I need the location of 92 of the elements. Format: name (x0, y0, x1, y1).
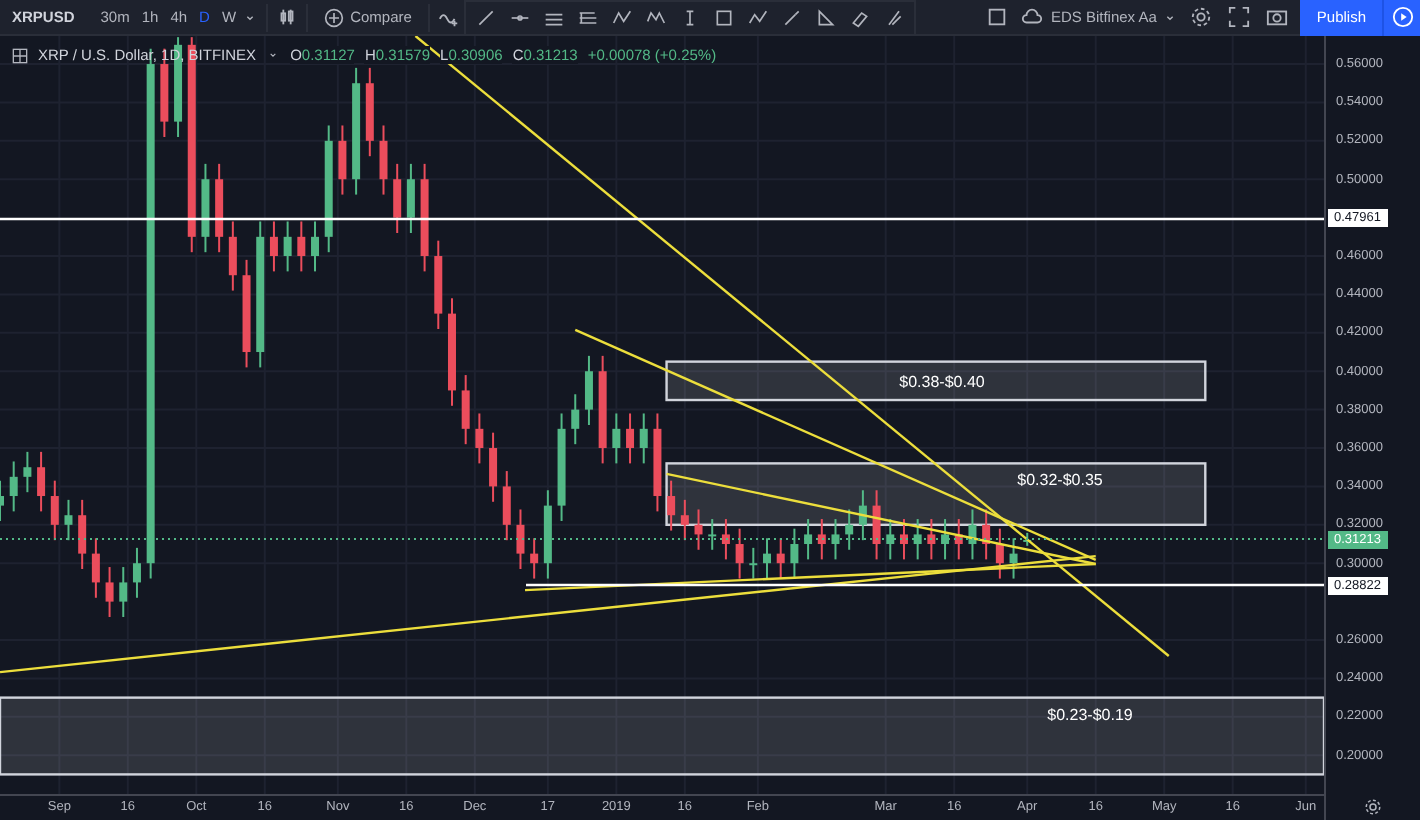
candle (105, 566, 114, 618)
line-tool-icon[interactable] (475, 7, 496, 27)
candle (50, 479, 59, 542)
candle (667, 479, 676, 532)
candle (365, 66, 374, 158)
candle (817, 518, 826, 561)
candle (530, 537, 539, 580)
candle (37, 450, 46, 513)
settings-icon[interactable] (1364, 798, 1382, 816)
candle (311, 220, 319, 273)
candle (790, 527, 799, 580)
box-label: $0.32-$0.35 (1017, 471, 1103, 490)
eraser-icon[interactable] (849, 7, 870, 27)
fullscreen-icon[interactable] (1228, 6, 1251, 28)
play-button[interactable] (1382, 0, 1420, 35)
candle (941, 518, 950, 561)
candle (749, 546, 758, 580)
candle (297, 220, 306, 273)
candle (639, 412, 648, 465)
square-icon[interactable] (986, 6, 1009, 28)
candle-icon[interactable] (276, 6, 299, 28)
candle (448, 297, 456, 407)
candle (626, 412, 635, 465)
candle (653, 412, 662, 513)
ruler-icon[interactable] (815, 7, 836, 27)
candle (899, 518, 908, 561)
candle (776, 537, 785, 580)
candle (968, 508, 977, 561)
candle (845, 508, 854, 551)
candle (119, 566, 128, 618)
candle (1009, 537, 1018, 580)
candle (1023, 531, 1032, 547)
candle (9, 460, 18, 513)
candle (598, 354, 607, 465)
candle (831, 518, 840, 561)
candle (23, 450, 32, 494)
candle (557, 412, 566, 522)
candle (242, 258, 251, 369)
candle (804, 518, 813, 561)
candle (927, 518, 936, 561)
fib-icon[interactable] (577, 7, 598, 27)
candle (475, 412, 484, 465)
expand-icon[interactable] (12, 47, 28, 63)
candle (913, 518, 922, 561)
candle (584, 354, 593, 426)
candle (872, 489, 881, 561)
candle (338, 124, 347, 196)
candle (516, 508, 525, 570)
candle (324, 124, 333, 254)
candle (91, 537, 100, 599)
candle (379, 124, 388, 196)
candle (461, 374, 470, 446)
candle (721, 518, 730, 561)
add-icon[interactable] (324, 7, 345, 27)
candle (886, 518, 895, 561)
candle (680, 498, 689, 542)
candle (132, 546, 141, 599)
rectangle-icon[interactable] (713, 7, 734, 27)
candle (489, 431, 498, 503)
candle (708, 518, 717, 551)
candle (995, 527, 1004, 580)
candle (571, 393, 580, 446)
candle (406, 162, 415, 234)
candle (858, 489, 867, 542)
caret-icon[interactable] (266, 48, 281, 62)
candle (543, 489, 552, 580)
zigzag-icon[interactable] (747, 7, 768, 27)
candle (982, 508, 991, 561)
box-label: $0.38-$0.40 (899, 372, 985, 391)
candle (763, 537, 771, 580)
candle (393, 162, 402, 234)
candle (612, 412, 621, 465)
camera-icon[interactable] (1266, 6, 1289, 28)
play-icon[interactable] (1391, 6, 1413, 28)
candle (434, 239, 443, 330)
box-label: $0.23-$0.19 (1047, 705, 1133, 724)
candle (228, 220, 237, 292)
candle (420, 162, 429, 273)
candle (283, 220, 292, 273)
candle (64, 498, 73, 542)
candle (201, 162, 210, 254)
candle (215, 162, 224, 254)
candle (502, 470, 511, 542)
cloud-icon[interactable] (1020, 6, 1045, 28)
candle (694, 508, 703, 551)
candle (735, 527, 744, 580)
candle (954, 518, 963, 561)
candle (352, 66, 361, 196)
candle (78, 498, 87, 570)
candle (269, 220, 278, 273)
pattern-icon[interactable] (611, 7, 632, 27)
settings-icon[interactable] (1190, 6, 1213, 28)
